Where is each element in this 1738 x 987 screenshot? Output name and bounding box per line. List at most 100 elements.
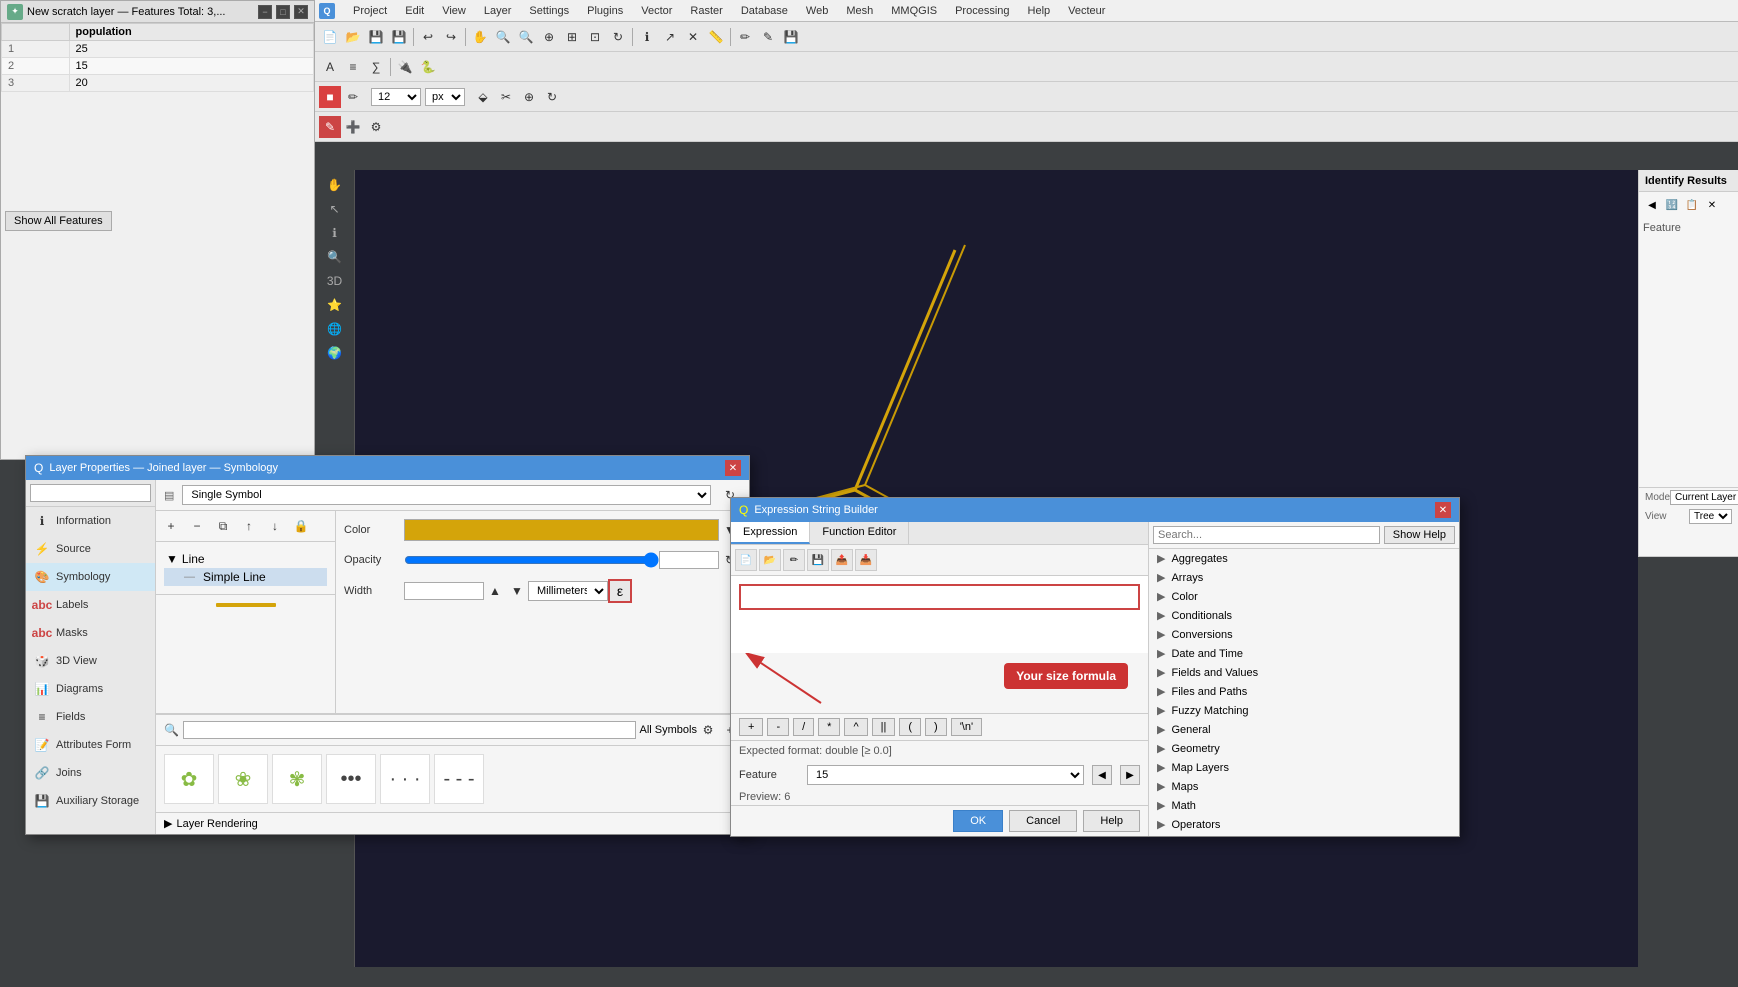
menu-layer[interactable]: Layer xyxy=(476,3,520,19)
cat-aggregates[interactable]: ▶ Aggregates xyxy=(1149,549,1459,568)
advanced-digitize-btn[interactable]: ⚙ xyxy=(365,116,387,138)
opacity-value[interactable]: 100.0 % xyxy=(659,551,719,569)
sidebar-search-input[interactable] xyxy=(30,484,151,502)
rotate-btn[interactable]: ↻ xyxy=(541,86,563,108)
cat-operators[interactable]: ▶ Operators xyxy=(1149,815,1459,834)
op-divide[interactable]: / xyxy=(793,718,814,736)
map-info-btn[interactable]: ℹ xyxy=(324,222,346,244)
menu-processing[interactable]: Processing xyxy=(947,3,1017,19)
sidebar-item-joins[interactable]: 🔗 Joins xyxy=(26,759,155,787)
expr-open-btn[interactable]: 📂 xyxy=(759,549,781,571)
rm-sym-btn[interactable]: − xyxy=(186,515,208,537)
menu-database[interactable]: Database xyxy=(733,3,796,19)
expr-save2-btn[interactable]: 💾 xyxy=(807,549,829,571)
dup-sym-btn[interactable]: ⧉ xyxy=(212,515,234,537)
feature-next-btn[interactable]: ▶ xyxy=(1120,765,1140,785)
up-sym-btn[interactable]: ↑ xyxy=(238,515,260,537)
menu-web[interactable]: Web xyxy=(798,3,836,19)
tab-function-editor[interactable]: Function Editor xyxy=(810,522,909,544)
cat-conversions[interactable]: ▶ Conversions xyxy=(1149,625,1459,644)
op-lparen[interactable]: ( xyxy=(899,718,921,736)
tab-expression[interactable]: Expression xyxy=(731,522,810,544)
zoom-selection-btn[interactable]: ⊡ xyxy=(584,26,606,48)
expr-new-btn[interactable]: 📄 xyxy=(735,549,757,571)
op-concat[interactable]: || xyxy=(872,718,896,736)
label-btn[interactable]: A xyxy=(319,56,341,78)
features-minimize-btn[interactable]: − xyxy=(258,5,272,19)
features-maximize-btn[interactable]: □ xyxy=(276,5,290,19)
width-down-btn[interactable]: ▼ xyxy=(506,580,528,602)
map-3d-btn[interactable]: 3D xyxy=(324,270,346,292)
op-power[interactable]: ^ xyxy=(844,718,867,736)
menu-mmqgis[interactable]: MMQGIS xyxy=(883,3,945,19)
map-pan-btn[interactable]: ✋ xyxy=(324,174,346,196)
gallery-item-2[interactable]: ❀ xyxy=(218,754,268,804)
menu-edit[interactable]: Edit xyxy=(397,3,432,19)
menu-project[interactable]: Project xyxy=(345,3,395,19)
identify-tb-btn-1[interactable]: ◀ xyxy=(1643,196,1661,214)
menu-help[interactable]: Help xyxy=(1020,3,1059,19)
save-edits-btn[interactable]: 💾 xyxy=(780,26,802,48)
expr-ok-btn[interactable]: OK xyxy=(953,810,1003,832)
redo-btn[interactable]: ↪ xyxy=(440,26,462,48)
lock-sym-btn[interactable]: 🔒 xyxy=(290,515,312,537)
features-close-btn[interactable]: ✕ xyxy=(294,5,308,19)
mode-select[interactable]: Current Layer xyxy=(1670,490,1738,505)
menu-plugins[interactable]: Plugins xyxy=(579,3,631,19)
open-btn[interactable]: 📂 xyxy=(342,26,364,48)
menu-mesh[interactable]: Mesh xyxy=(838,3,881,19)
identify-btn[interactable]: ℹ xyxy=(636,26,658,48)
edit-btn[interactable]: ✏ xyxy=(734,26,756,48)
expr-export-btn[interactable]: 📤 xyxy=(831,549,853,571)
gallery-item-5[interactable]: · · · xyxy=(380,754,430,804)
toggle-edit2-btn[interactable]: ✎ xyxy=(319,116,341,138)
menu-vector[interactable]: Vector xyxy=(633,3,680,19)
expr-save-btn[interactable]: ✏ xyxy=(783,549,805,571)
zoom-layer-btn[interactable]: ⊞ xyxy=(561,26,583,48)
digitize-btn[interactable]: ✏ xyxy=(342,86,364,108)
split-feature-btn[interactable]: ✂ xyxy=(495,86,517,108)
opacity-slider[interactable] xyxy=(404,552,659,568)
map-select-btn[interactable]: ↖ xyxy=(324,198,346,220)
identify-tb-btn-2[interactable]: 🔢 xyxy=(1663,196,1681,214)
tree-item-line[interactable]: ▼ Line xyxy=(164,550,327,568)
identify-tb-btn-4[interactable]: ✕ xyxy=(1703,196,1721,214)
op-multiply[interactable]: * xyxy=(818,718,840,736)
cat-general[interactable]: ▶ General xyxy=(1149,720,1459,739)
cat-geometry[interactable]: ▶ Geometry xyxy=(1149,739,1459,758)
op-minus[interactable]: - xyxy=(767,718,789,736)
sidebar-item-source[interactable]: ⚡ Source xyxy=(26,535,155,563)
node-tool-btn[interactable]: ⬙ xyxy=(472,86,494,108)
deselect-btn[interactable]: ✕ xyxy=(682,26,704,48)
width-unit-select[interactable]: Millimeters xyxy=(528,581,608,601)
undo-btn[interactable]: ↩ xyxy=(417,26,439,48)
refresh-btn[interactable]: ↻ xyxy=(607,26,629,48)
cat-math[interactable]: ▶ Math xyxy=(1149,796,1459,815)
width-input[interactable]: 0.26000 xyxy=(404,582,484,600)
op-newline[interactable]: '\n' xyxy=(951,718,982,736)
cat-conditionals[interactable]: ▶ Conditionals xyxy=(1149,606,1459,625)
toggle-edit-btn[interactable]: ✎ xyxy=(757,26,779,48)
menu-settings[interactable]: Settings xyxy=(521,3,577,19)
cat-rasters[interactable]: ▶ Rasters xyxy=(1149,834,1459,836)
gallery-item-1[interactable]: ✿ xyxy=(164,754,214,804)
gallery-item-3[interactable]: ✾ xyxy=(272,754,322,804)
zoom-in-btn[interactable]: 🔍 xyxy=(492,26,514,48)
save-as-btn[interactable]: 💾 xyxy=(388,26,410,48)
expr-close-btn[interactable]: ✕ xyxy=(1435,502,1451,518)
cat-fuzzy[interactable]: ▶ Fuzzy Matching xyxy=(1149,701,1459,720)
color-picker-btn[interactable] xyxy=(404,519,719,541)
expr-import-btn[interactable]: 📥 xyxy=(855,549,877,571)
python-btn[interactable]: 🐍 xyxy=(417,56,439,78)
down-sym-btn[interactable]: ↓ xyxy=(264,515,286,537)
all-symbols-input[interactable] xyxy=(183,721,636,739)
size-input[interactable]: 12 xyxy=(371,88,421,106)
sidebar-item-auxiliary[interactable]: 💾 Auxiliary Storage xyxy=(26,787,155,815)
sidebar-item-symbology[interactable]: 🎨 Symbology xyxy=(26,563,155,591)
layer-rendering-section[interactable]: ▶ Layer Rendering xyxy=(156,812,749,834)
sidebar-item-diagrams[interactable]: 📊 Diagrams xyxy=(26,675,155,703)
cat-fields-values[interactable]: ▶ Fields and Values xyxy=(1149,663,1459,682)
sidebar-item-labels[interactable]: abc Labels xyxy=(26,591,155,619)
sidebar-item-masks[interactable]: abc Masks xyxy=(26,619,155,647)
plugin-btn[interactable]: 🔌 xyxy=(394,56,416,78)
